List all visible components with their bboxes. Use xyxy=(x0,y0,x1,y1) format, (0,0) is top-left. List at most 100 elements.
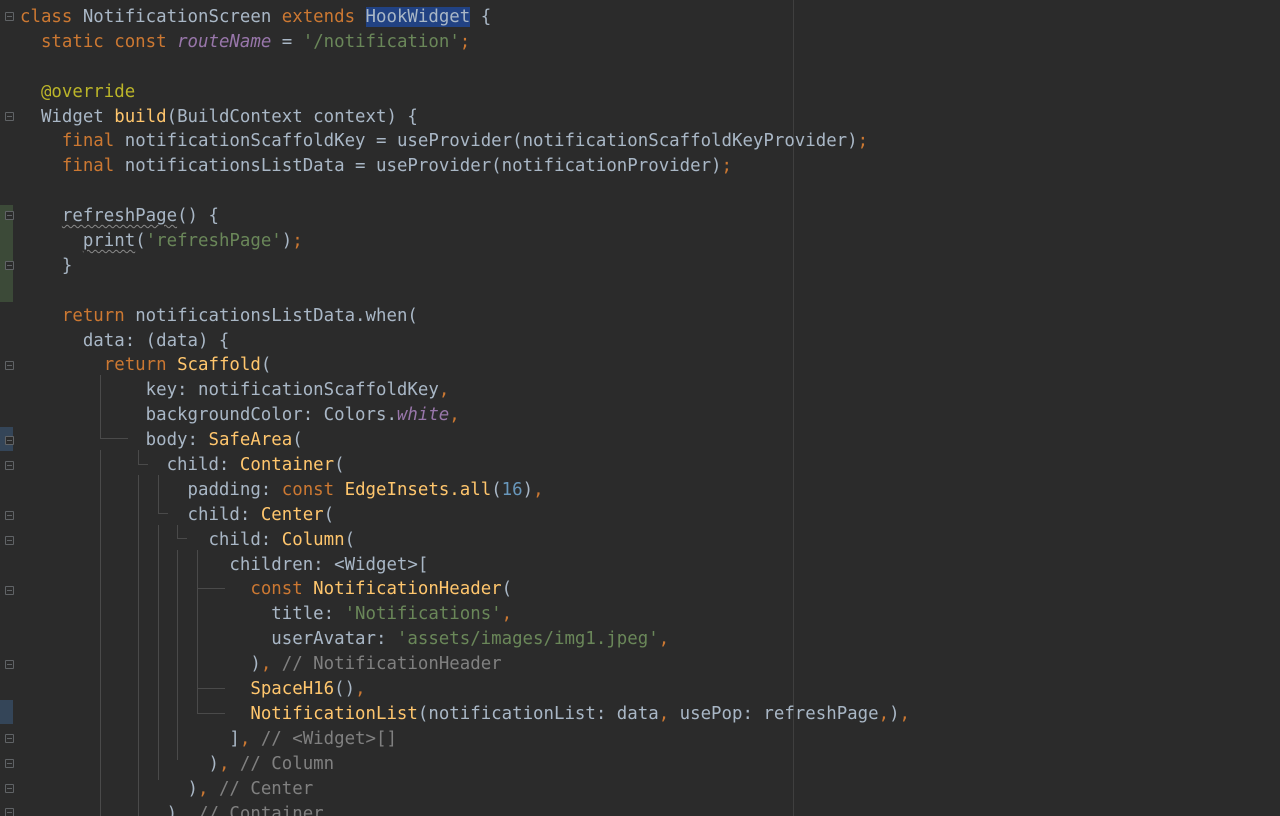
code-token: notificationsListData.when( xyxy=(135,305,418,326)
code-token: print xyxy=(82,231,136,252)
code-line[interactable]: Widget build(BuildContext context) { xyxy=(20,105,1280,130)
code-line[interactable]: body: SafeArea( xyxy=(20,428,1280,453)
code-line[interactable]: SpaceH16(), xyxy=(20,677,1280,702)
code-token: notificationScaffoldKey = useProvider(no… xyxy=(124,131,858,152)
code-token: ( xyxy=(292,430,303,451)
code-token: child: xyxy=(20,529,282,550)
code-line[interactable]: print('refreshPage'); xyxy=(20,229,1280,254)
code-line[interactable]: data: (data) { xyxy=(20,329,1280,354)
code-line[interactable]: child: Center( xyxy=(20,503,1280,528)
code-token: white xyxy=(396,405,450,426)
code-token: static const xyxy=(40,31,178,52)
fold-icon[interactable] xyxy=(5,759,14,768)
code-token: routeName xyxy=(177,31,272,52)
code-line[interactable]: key: notificationScaffoldKey, xyxy=(20,378,1280,403)
code-line[interactable]: final notificationScaffoldKey = useProvi… xyxy=(20,129,1280,154)
fold-icon[interactable] xyxy=(5,361,14,370)
code-token: build xyxy=(114,106,167,127)
code-token: ; xyxy=(857,131,869,152)
code-line[interactable] xyxy=(20,179,1280,204)
code-line[interactable] xyxy=(20,279,1280,304)
code-token: , xyxy=(501,604,513,625)
code-token: usePop: refreshPage xyxy=(679,703,879,724)
code-line[interactable]: backgroundColor: Colors.white, xyxy=(20,403,1280,428)
code-token: 'refreshPage' xyxy=(145,231,282,252)
editor-gutter[interactable] xyxy=(0,0,18,816)
code-token: ( xyxy=(344,529,356,550)
code-token: extends xyxy=(281,7,366,27)
code-token: return xyxy=(61,305,136,326)
code-line[interactable]: ), // NotificationHeader xyxy=(20,652,1280,677)
code-line[interactable]: static const routeName = '/notification'… xyxy=(20,30,1280,55)
code-line[interactable]: ], // <Widget>[] xyxy=(20,727,1280,752)
code-token: NotificationList xyxy=(250,703,418,724)
code-line[interactable]: child: Container( xyxy=(20,453,1280,478)
code-token: (notificationList: data xyxy=(417,703,659,724)
fold-icon[interactable] xyxy=(5,536,14,545)
code-line[interactable]: class NotificationScreen extends HookWid… xyxy=(20,5,1280,30)
code-line[interactable]: padding: const EdgeInsets.all(16), xyxy=(20,478,1280,503)
code-line[interactable]: ), // Column xyxy=(20,752,1280,777)
code-token: ) xyxy=(281,231,293,252)
code-line[interactable]: NotificationList(notificationList: data,… xyxy=(20,702,1280,727)
fold-icon[interactable] xyxy=(5,511,14,520)
fold-icon[interactable] xyxy=(5,436,14,445)
code-token: ) xyxy=(889,703,900,724)
code-line[interactable]: return Scaffold( xyxy=(20,353,1280,378)
code-editor[interactable]: class NotificationScreen extends HookWid… xyxy=(0,0,1280,816)
vcs-change-marker[interactable] xyxy=(0,700,13,724)
code-token: , xyxy=(239,728,261,749)
code-area[interactable]: class NotificationScreen extends HookWid… xyxy=(20,5,1280,816)
code-line[interactable]: } xyxy=(20,254,1280,279)
code-token: , xyxy=(260,654,282,675)
code-token: () { xyxy=(177,206,219,227)
code-token: ) xyxy=(20,778,198,799)
fold-icon[interactable] xyxy=(5,808,14,816)
code-line[interactable]: ), // Container xyxy=(20,802,1280,816)
fold-icon[interactable] xyxy=(5,211,14,220)
code-token: (BuildContext context) { xyxy=(166,106,418,127)
code-token: Column xyxy=(281,529,345,550)
code-line[interactable]: title: 'Notifications', xyxy=(20,602,1280,627)
code-token: 16 xyxy=(501,479,523,500)
code-line[interactable]: child: Column( xyxy=(20,528,1280,553)
code-line[interactable]: refreshPage() { xyxy=(20,204,1280,229)
code-line[interactable]: const NotificationHeader( xyxy=(20,577,1280,602)
fold-icon[interactable] xyxy=(5,12,14,21)
fold-icon[interactable] xyxy=(5,784,14,793)
code-token: , xyxy=(438,380,450,401)
code-token: body: xyxy=(20,430,209,451)
fold-icon[interactable] xyxy=(5,112,14,121)
fold-icon[interactable] xyxy=(5,734,14,743)
fold-icon[interactable] xyxy=(5,261,14,270)
code-token: , xyxy=(533,479,544,500)
code-token: ( xyxy=(501,579,513,600)
fold-icon[interactable] xyxy=(5,660,14,669)
code-token: // NotificationHeader xyxy=(281,654,502,675)
code-token: , xyxy=(899,703,911,724)
code-token: Center xyxy=(260,504,324,525)
code-line[interactable]: @override xyxy=(20,80,1280,105)
code-token: () xyxy=(334,679,356,700)
code-line[interactable]: children: <Widget>[ xyxy=(20,553,1280,578)
code-token: , xyxy=(355,679,366,700)
code-line[interactable]: userAvatar: 'assets/images/img1.jpeg', xyxy=(20,627,1280,652)
code-token: // Container xyxy=(198,803,324,816)
code-line[interactable] xyxy=(20,55,1280,80)
fold-icon[interactable] xyxy=(5,586,14,595)
code-token: final xyxy=(61,131,125,152)
fold-icon[interactable] xyxy=(5,461,14,470)
code-token: SafeArea xyxy=(208,430,293,451)
code-line[interactable]: ), // Center xyxy=(20,777,1280,802)
code-line[interactable]: return notificationsListData.when( xyxy=(20,304,1280,329)
code-token: 'Notifications' xyxy=(344,604,502,625)
code-token: Scaffold xyxy=(177,355,261,376)
code-line[interactable]: final notificationsListData = useProvide… xyxy=(20,154,1280,179)
code-token: SpaceH16 xyxy=(250,679,335,700)
